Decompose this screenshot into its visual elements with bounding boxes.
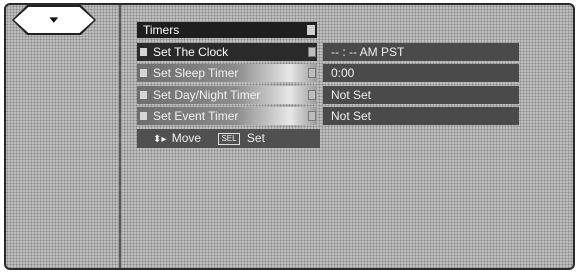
- row-end-icon: [308, 47, 316, 57]
- row-marker-icon: [140, 91, 147, 99]
- clock-value: -- : -- AM PST: [323, 43, 519, 61]
- event-timer-value: Not Set: [323, 107, 519, 125]
- menu-item-set-the-clock[interactable]: Set The Clock: [137, 43, 317, 61]
- row-marker-icon: [140, 48, 147, 56]
- row-marker-icon: [140, 112, 147, 120]
- menu-chevron-icon: ▾: [49, 13, 59, 26]
- move-arrows-icon: ⬍▸: [153, 134, 167, 145]
- row-end-icon: [308, 68, 316, 78]
- menu-item-set-sleep-timer[interactable]: Set Sleep Timer: [137, 64, 317, 82]
- timers-panel-title: Timers: [137, 22, 317, 38]
- sel-key-icon: SEL: [218, 133, 240, 145]
- day-night-timer-value: Not Set: [323, 86, 519, 104]
- title-end-cap: [307, 25, 315, 35]
- menu-item-set-day-night-timer[interactable]: Set Day/Night Timer: [137, 86, 317, 104]
- set-hint-label: Set: [246, 131, 265, 145]
- row-marker-icon: [140, 69, 147, 77]
- row-end-icon: [308, 90, 316, 100]
- row-end-icon: [308, 111, 316, 121]
- menu-badge[interactable]: ▾: [14, 7, 94, 33]
- menu-item-set-event-timer[interactable]: Set Event Timer: [137, 107, 317, 125]
- menu-item-label: Set Day/Night Timer: [153, 88, 261, 102]
- sleep-timer-value: 0:00: [323, 64, 519, 82]
- move-hint-label: Move: [171, 131, 202, 145]
- menu-item-label: Set Sleep Timer: [153, 66, 239, 80]
- screen-divider: [119, 5, 121, 268]
- navigation-hint-bar: ⬍▸ Move SEL Set: [137, 129, 320, 148]
- panel-title-text: Timers: [143, 23, 180, 37]
- menu-item-label: Set Event Timer: [153, 109, 239, 123]
- menu-item-label: Set The Clock: [153, 45, 229, 59]
